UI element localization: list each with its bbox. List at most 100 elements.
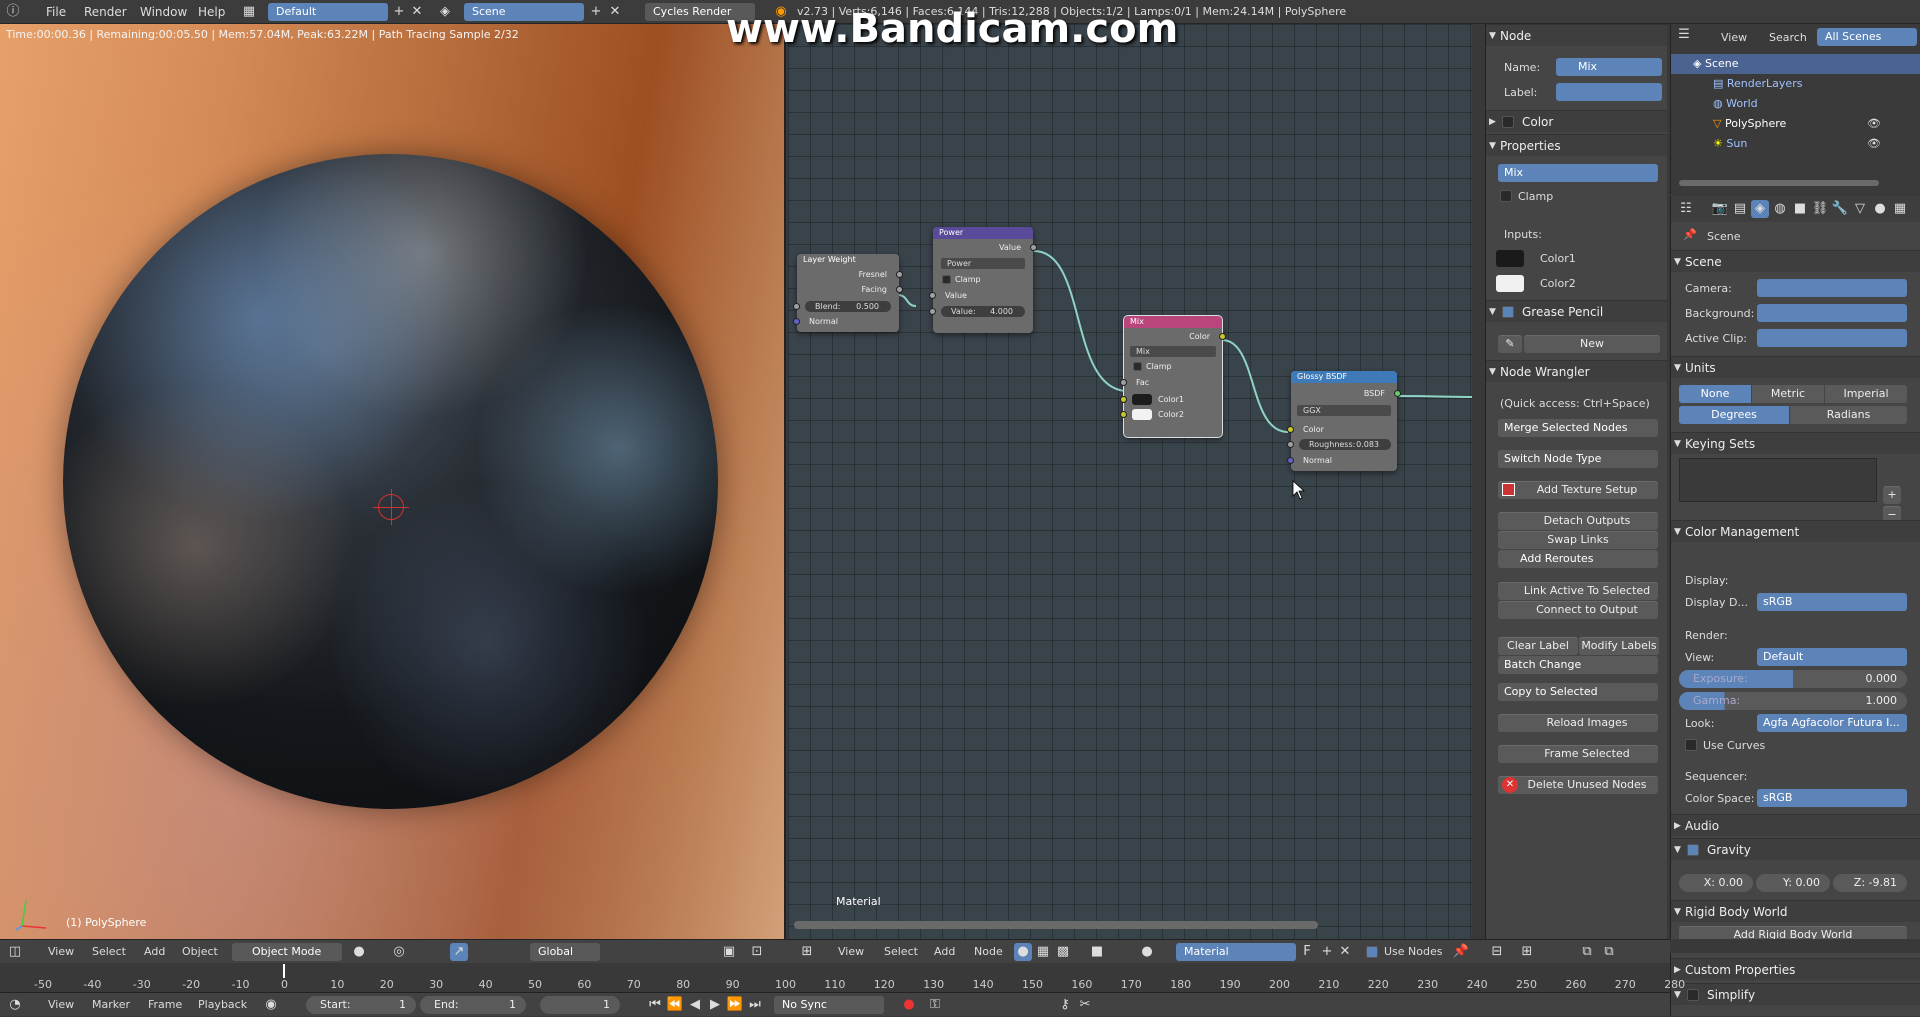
object-shader-icon[interactable]: ■ bbox=[1088, 943, 1106, 961]
insert-keyframe-icon[interactable]: ⚷ bbox=[1056, 996, 1074, 1014]
info-editor-icon[interactable]: ⓘ bbox=[4, 3, 22, 21]
object-tab-icon[interactable]: ■ bbox=[1791, 200, 1809, 218]
shader-nodes-icon[interactable]: ● bbox=[1014, 943, 1032, 961]
panel-header-simplify[interactable]: ▼ Simplify bbox=[1671, 983, 1920, 1005]
panel-header-custom-properties[interactable]: ▶ Custom Properties bbox=[1671, 958, 1920, 980]
sync-mode-select[interactable]: No Sync bbox=[774, 996, 884, 1014]
sequencer-color-space-select[interactable]: sRGB bbox=[1757, 789, 1907, 807]
snap-icon[interactable]: ⊟ bbox=[1488, 943, 1506, 961]
color1-swatch[interactable] bbox=[1132, 394, 1152, 405]
outliner-editor-icon[interactable]: ☰ bbox=[1675, 26, 1693, 44]
output-socket[interactable] bbox=[896, 271, 903, 278]
menu-render[interactable]: Render bbox=[84, 0, 127, 24]
layout-grid-icon[interactable]: ▦ bbox=[240, 3, 258, 21]
input-socket[interactable] bbox=[793, 303, 800, 310]
constraints-tab-icon[interactable]: ⛓ bbox=[1811, 200, 1829, 218]
unit-metric-button[interactable]: Metric bbox=[1752, 385, 1824, 403]
connect-to-output-button[interactable]: Connect to Output bbox=[1498, 601, 1658, 619]
clamp-checkbox[interactable] bbox=[942, 275, 951, 284]
material-tab-icon[interactable]: ● bbox=[1871, 200, 1889, 218]
new-grease-pencil-button[interactable]: New bbox=[1524, 335, 1660, 353]
background-field[interactable] bbox=[1757, 304, 1907, 322]
use-curves-checkbox[interactable] bbox=[1685, 739, 1697, 751]
input-socket[interactable] bbox=[929, 292, 936, 299]
layout-selector[interactable]: Default bbox=[268, 3, 388, 21]
grease-pencil-checkbox[interactable] bbox=[1502, 306, 1514, 318]
menu-window[interactable]: Window bbox=[140, 0, 187, 24]
3d-cursor-icon[interactable] bbox=[373, 489, 409, 525]
panel-header-audio[interactable]: ▶ Audio bbox=[1671, 814, 1920, 836]
add-rigid-body-world-button[interactable]: Add Rigid Body World bbox=[1679, 926, 1907, 939]
menu-file[interactable]: File bbox=[46, 0, 66, 24]
clamp-checkbox[interactable] bbox=[1133, 362, 1142, 371]
prev-keyframe-icon[interactable]: ⏪ bbox=[666, 996, 684, 1014]
pin-icon[interactable]: 📌 bbox=[1683, 228, 1697, 241]
gravity-y-field[interactable]: Y: 0.00 bbox=[1756, 874, 1830, 892]
distribution-select[interactable]: GGX bbox=[1297, 405, 1391, 416]
paste-tree-icon[interactable]: ⧉ bbox=[1600, 943, 1618, 961]
layers-icon[interactable]: ⊡ bbox=[748, 943, 766, 961]
viewport-menu-view[interactable]: View bbox=[48, 940, 74, 964]
output-socket[interactable] bbox=[1394, 390, 1401, 397]
output-socket[interactable] bbox=[1030, 244, 1037, 251]
use-nodes-checkbox[interactable] bbox=[1366, 946, 1378, 958]
node-glossy-bsdf[interactable]: Glossy BSDF BSDF GGX Color Roughness: 0.0… bbox=[1287, 371, 1401, 471]
scene-tab-icon[interactable]: ◈ bbox=[1751, 200, 1769, 218]
timeline-ruler[interactable]: -50 -40 -30 -20 -10 0 10 20 30 40 50 60 70 80 90 100 110… bbox=[0, 964, 1685, 992]
menu-help[interactable]: Help bbox=[198, 0, 225, 24]
delete-keyframe-icon[interactable]: ✂ bbox=[1076, 996, 1094, 1014]
outliner-item-sun[interactable]: ☀ Sun 👁 bbox=[1671, 134, 1920, 154]
blend-type-select[interactable]: Mix bbox=[1130, 346, 1216, 357]
batch-change-button[interactable]: Batch Change bbox=[1498, 656, 1658, 674]
manipulator-icon[interactable]: ↗ bbox=[450, 943, 468, 961]
node-layer-weight[interactable]: Layer Weight Fresnel Facing Blend: 0.500 … bbox=[793, 254, 903, 332]
simplify-checkbox[interactable] bbox=[1687, 989, 1699, 1001]
jump-start-icon[interactable]: ⏮ bbox=[646, 996, 664, 1014]
add-layout-icon[interactable]: + bbox=[390, 3, 408, 21]
outliner-display-filter[interactable]: All Scenes bbox=[1817, 28, 1917, 46]
3d-viewport[interactable]: Time:00:00.36 | Remaining:00:05.50 | Mem… bbox=[0, 24, 786, 939]
timeline-menu-view[interactable]: View bbox=[48, 993, 74, 1017]
node-editor-icon[interactable]: ⊞ bbox=[798, 943, 816, 961]
backdrop-pin-icon[interactable]: 📌 bbox=[1452, 943, 1470, 961]
world-tab-icon[interactable]: ◍ bbox=[1771, 200, 1789, 218]
node-menu-node[interactable]: Node bbox=[974, 940, 1003, 964]
color1-swatch[interactable] bbox=[1496, 250, 1524, 267]
unlink-material-icon[interactable]: ✕ bbox=[1336, 943, 1354, 961]
play-icon[interactable]: ▶ bbox=[706, 996, 724, 1014]
node-name-field[interactable]: Mix bbox=[1556, 58, 1662, 76]
material-browse-icon[interactable]: ● bbox=[1138, 943, 1156, 961]
scene-icon[interactable]: ◈ bbox=[436, 3, 454, 21]
swap-links-button[interactable]: Swap Links bbox=[1498, 531, 1658, 549]
pivot-point-icon[interactable]: ◎ bbox=[390, 943, 408, 961]
color2-swatch[interactable] bbox=[1496, 275, 1524, 292]
remove-scene-icon[interactable]: ✕ bbox=[606, 3, 624, 21]
node-menu-select[interactable]: Select bbox=[884, 940, 918, 964]
pencil-icon[interactable]: ✎ bbox=[1498, 335, 1522, 353]
input-socket[interactable] bbox=[793, 318, 800, 325]
clear-label-button[interactable]: Clear Label bbox=[1498, 637, 1578, 655]
look-select[interactable]: Agfa Agfacolor Futura I... bbox=[1757, 714, 1907, 732]
detach-outputs-button[interactable]: Detach Outputs bbox=[1498, 512, 1658, 530]
visibility-eye-icon[interactable]: 👁 bbox=[1867, 114, 1881, 134]
delete-unused-nodes-button[interactable]: Delete Unused Nodes bbox=[1498, 776, 1658, 794]
scene-selector[interactable]: Scene bbox=[464, 3, 584, 21]
panel-header-gravity[interactable]: ▼ Gravity bbox=[1671, 838, 1920, 860]
rotation-radians-button[interactable]: Radians bbox=[1790, 406, 1907, 424]
add-scene-icon[interactable]: + bbox=[587, 3, 605, 21]
outliner-item-polysphere[interactable]: ▽ PolySphere 👁 bbox=[1671, 114, 1920, 134]
timeline-editor-icon[interactable]: ◔ bbox=[6, 996, 24, 1014]
texture-nodes-icon[interactable]: ▦ bbox=[1034, 943, 1052, 961]
modifiers-tab-icon[interactable]: 🔧 bbox=[1831, 200, 1849, 218]
active-clip-field[interactable] bbox=[1757, 329, 1907, 347]
gravity-x-field[interactable]: X: 0.00 bbox=[1679, 874, 1753, 892]
outliner-menu-search[interactable]: Search bbox=[1769, 26, 1807, 50]
node-menu-view[interactable]: View bbox=[838, 940, 864, 964]
visibility-eye-icon[interactable]: 👁 bbox=[1867, 134, 1881, 154]
play-reverse-icon[interactable]: ◀ bbox=[686, 996, 704, 1014]
record-icon[interactable]: ● bbox=[900, 996, 918, 1014]
switch-node-type-button[interactable]: Switch Node Type bbox=[1498, 450, 1658, 468]
interaction-mode-select[interactable]: Object Mode bbox=[232, 943, 342, 961]
snap-element-icon[interactable]: ⊞ bbox=[1518, 943, 1536, 961]
jump-end-icon[interactable]: ⏭ bbox=[746, 996, 764, 1014]
